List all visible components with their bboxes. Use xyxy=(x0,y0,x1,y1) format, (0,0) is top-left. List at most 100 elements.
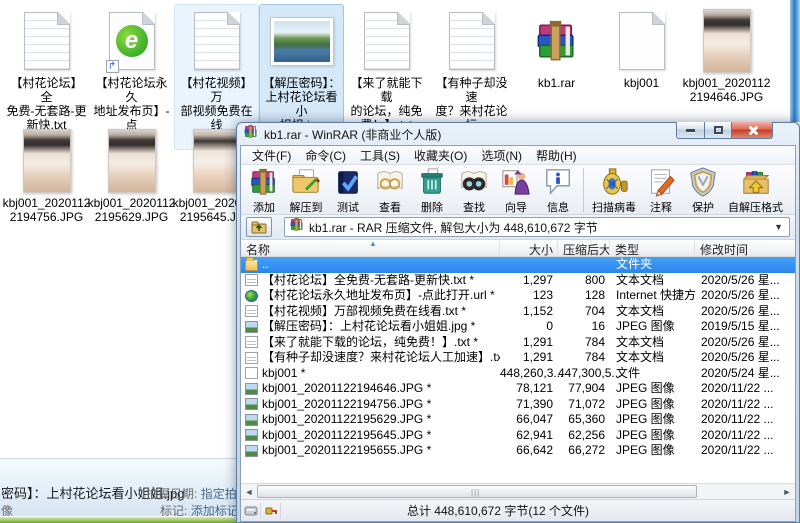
key-status-icon[interactable] xyxy=(261,503,281,519)
file-row-8[interactable]: kbj001_20201122194646.JPG *78,12177,904J… xyxy=(241,381,795,397)
text-file-icon xyxy=(245,352,258,364)
desktop-icon-0-4[interactable]: 【来了就能下载 的论坛，纯免 费！】.txt xyxy=(344,4,429,136)
desktop-icon-0-6[interactable]: kb1.rar xyxy=(514,4,599,94)
desktop-icon-0-8[interactable]: kbj001_2020112 2194646.JPG xyxy=(684,4,769,108)
file-row-2[interactable]: 【村花论坛永久地址发布页】-点此打开.url *123128Internet 快… xyxy=(241,288,795,304)
file-name-cell: kbj001_20201122195629.JPG * xyxy=(241,412,500,428)
file-name: kbj001_20201122194756.JPG * xyxy=(262,397,431,412)
photo-icon xyxy=(23,129,71,193)
text-file-icon xyxy=(245,305,258,317)
packed-size: 784 xyxy=(558,335,610,351)
file-row-4[interactable]: 【解压密码】：上村花论坛看小姐姐.jpg *016JPEG 图像2019/5/1… xyxy=(241,319,795,335)
toolbar-button-6[interactable]: 向导 xyxy=(495,166,537,214)
text-file-icon xyxy=(245,274,258,286)
extract-to-icon xyxy=(291,167,321,202)
file-name-cell: kbj001 * xyxy=(241,366,500,382)
internet-shortcut-icon xyxy=(245,290,258,302)
disk-status-icon[interactable] xyxy=(241,503,261,519)
desktop-icon-label: kbj001_2020112 2194646.JPG xyxy=(683,76,771,104)
winrar-titlebar[interactable]: > kb1.rar - WinRAR (非商业个人版) xyxy=(237,123,799,145)
maximize-button[interactable] xyxy=(705,122,732,139)
address-dropdown-icon[interactable]: ▼ xyxy=(772,222,785,232)
scroll-right-icon[interactable]: ► xyxy=(779,487,795,497)
toolbar-button-3[interactable]: 查看 xyxy=(369,166,411,214)
toolbar-button-4[interactable]: 删除 xyxy=(411,166,453,214)
desktop-icon-1-1[interactable]: kbj001_2020112 2195629.JPG xyxy=(89,124,174,228)
desktop-icon-label: kbj001_2020112 2194756.JPG xyxy=(3,196,91,224)
file-type: 文本文档 xyxy=(610,273,695,289)
shoot-date-label: 拍摄日期: xyxy=(146,487,197,501)
column-header-3[interactable]: 类型 xyxy=(610,240,695,256)
toolbar-button-1[interactable]: 解压到 xyxy=(285,166,327,214)
desktop-icon-0-7[interactable]: kbj001 xyxy=(599,4,684,94)
winrar-app-icon: > xyxy=(243,124,259,144)
desktop-icon-0-3[interactable]: 【解压密码】： 上村花论坛看小 姐姐.jpg xyxy=(259,4,344,136)
file-size: 66,642 xyxy=(500,443,558,459)
menu-item-4[interactable]: 选项(N) xyxy=(474,147,529,164)
desktop-icon-0-0[interactable]: 【村花论坛】全 免费-无套路-更 新快.txt xyxy=(4,4,89,136)
internet-shortcut-icon: e↱ xyxy=(109,12,155,70)
file-row-11[interactable]: kbj001_20201122195645.JPG *62,94162,256J… xyxy=(241,428,795,444)
file-name: 【村花视频】万部视频免费在线看.txt * xyxy=(262,304,466,319)
file-size: 1,297 xyxy=(500,273,558,289)
file-name: 【来了就能下载的论坛，纯免费！】.txt * xyxy=(262,335,478,350)
file-row-12[interactable]: kbj001_20201122195655.JPG *66,64266,272J… xyxy=(241,443,795,459)
close-button[interactable] xyxy=(732,122,773,139)
up-directory-button[interactable] xyxy=(246,217,272,237)
menu-item-3[interactable]: 收藏夹(O) xyxy=(407,147,474,164)
file-row-9[interactable]: kbj001_20201122194756.JPG *71,39071,072J… xyxy=(241,397,795,413)
toolbar-button-10[interactable]: 保护 xyxy=(682,166,724,214)
toolbar-button-0[interactable]: 添加 xyxy=(243,166,285,214)
horizontal-scrollbar[interactable]: ◄ ||| ► xyxy=(241,483,795,499)
file-size xyxy=(500,257,558,273)
desktop-icon-1-0[interactable]: kbj001_2020112 2194756.JPG xyxy=(4,124,89,228)
column-header-4[interactable]: 修改时间 xyxy=(695,240,795,256)
wizard-icon xyxy=(501,167,531,202)
file-type: JPEG 图像 xyxy=(610,443,695,459)
toolbar-button-8[interactable]: 扫描病毒 xyxy=(588,166,640,214)
file-row-10[interactable]: kbj001_20201122195629.JPG *66,04765,360J… xyxy=(241,412,795,428)
packed-size: 65,360 xyxy=(558,412,610,428)
test-archive-icon xyxy=(333,167,363,202)
toolbar-button-2[interactable]: 测试 xyxy=(327,166,369,214)
menu-item-1[interactable]: 命令(C) xyxy=(298,147,353,164)
file-row-1[interactable]: 【村花论坛】全免费-无套路-更新快.txt *1,297800文本文档2020/… xyxy=(241,273,795,289)
minimize-button[interactable] xyxy=(676,122,705,139)
modified-time: 2020/11/22 ... xyxy=(695,381,795,397)
menu-item-0[interactable]: 文件(F) xyxy=(245,147,298,164)
folder-icon xyxy=(245,259,258,271)
virus-scan-icon xyxy=(599,167,629,202)
toolbar-button-5[interactable]: 查找 xyxy=(453,166,495,214)
jpeg-image-icon xyxy=(245,414,258,426)
file-row-3[interactable]: 【村花视频】万部视频免费在线看.txt *1,152704文本文档2020/5/… xyxy=(241,304,795,320)
file-size: 1,152 xyxy=(500,304,558,320)
rar-archive-icon: > xyxy=(289,217,305,237)
jpeg-landscape-icon xyxy=(271,18,333,65)
file-row-7[interactable]: kbj001 *448,260,3...447,300,5...文件2020/5… xyxy=(241,366,795,382)
menu-item-2[interactable]: 工具(S) xyxy=(353,147,407,164)
file-row-6[interactable]: 【有种子却没速度？来村花论坛人工加速】.txt *1,291784文本文档202… xyxy=(241,350,795,366)
file-size: 0 xyxy=(500,319,558,335)
column-header-2[interactable]: 压缩后大小 xyxy=(558,240,610,256)
icon-box xyxy=(194,8,240,74)
photo-icon xyxy=(108,129,156,193)
file-name-cell: 【村花视频】万部视频免费在线看.txt * xyxy=(241,304,500,320)
toolbar-button-11[interactable]: 自解压格式 xyxy=(724,166,787,214)
toolbar-button-9[interactable]: 注释 xyxy=(640,166,682,214)
toolbar-button-7[interactable]: 信息 xyxy=(537,166,579,214)
file-row-5[interactable]: 【来了就能下载的论坛，纯免费！】.txt *1,291784文本文档2020/5… xyxy=(241,335,795,351)
file-type: 文件夹 xyxy=(610,257,695,273)
modified-time: 2020/11/22 ... xyxy=(695,443,795,459)
address-combobox[interactable]: > kb1.rar - RAR 压缩文件, 解包大小为 448,610,672 … xyxy=(284,217,790,237)
desktop-icon-label: kb1.rar xyxy=(538,76,575,90)
scroll-left-icon[interactable]: ◄ xyxy=(241,487,257,497)
delete-file-icon xyxy=(417,167,447,202)
toolbar-separator xyxy=(583,168,584,212)
file-type: JPEG 图像 xyxy=(610,428,695,444)
file-row-0[interactable]: .. 文件夹 xyxy=(241,257,795,273)
file-name-cell: kbj001_20201122195655.JPG * xyxy=(241,443,500,459)
menu-item-5[interactable]: 帮助(H) xyxy=(529,147,584,164)
file-name: .. xyxy=(262,257,269,272)
icon-box xyxy=(23,128,71,194)
column-header-1[interactable]: 大小 xyxy=(500,240,558,256)
